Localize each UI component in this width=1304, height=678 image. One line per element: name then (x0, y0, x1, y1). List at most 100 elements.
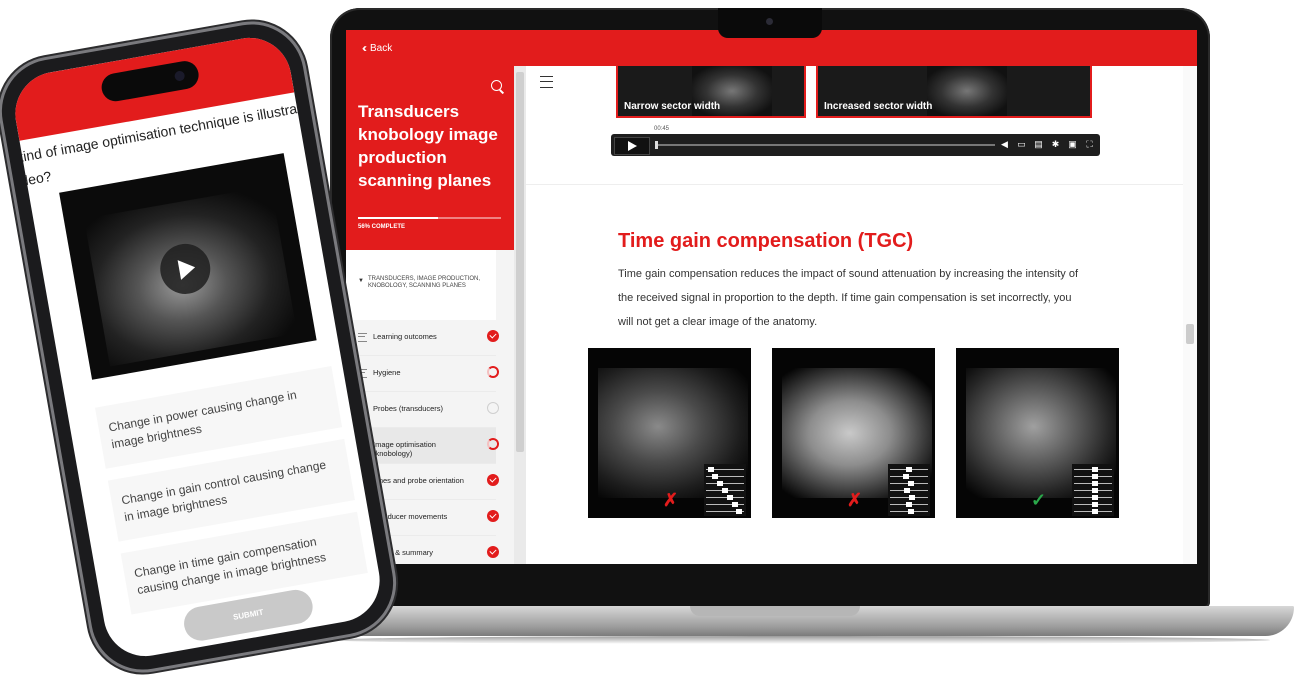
double-chevron-left-icon: ‹‹ (362, 41, 367, 55)
video-thumb-increased: Increased sector width (816, 66, 1092, 118)
status-empty-icon (487, 402, 499, 414)
tgc-slider-row (890, 481, 928, 486)
tgc-slider-knob (907, 481, 914, 486)
tgc-slider-knob (1091, 502, 1098, 507)
play-button[interactable] (614, 137, 650, 155)
sidebar-lesson-item[interactable]: Hygiene (346, 356, 499, 392)
video-controls: ◀ ▭ ▤ ✱ ▣ ⛶ (611, 134, 1100, 156)
ultrasound-texture (926, 66, 1007, 116)
dynamic-island (99, 58, 201, 104)
captions-icon[interactable]: ▭ (1016, 139, 1027, 150)
tgc-image-incorrect-1: ✗ (588, 348, 751, 518)
tgc-slider-knob (1091, 474, 1098, 479)
tgc-slider-row (1074, 474, 1112, 479)
picture-in-picture-icon[interactable]: ▣ (1067, 139, 1078, 150)
tgc-slider-row (890, 502, 928, 507)
search-icon[interactable] (491, 80, 502, 91)
section-body: Time gain compensation reduces the impac… (618, 268, 1079, 328)
tgc-slider-row (706, 509, 744, 514)
tgc-slider-row (1074, 509, 1112, 514)
laptop-screen: ‹‹ Back Transducers knobology image prod… (346, 30, 1197, 564)
thumb-caption: Narrow sector width (624, 101, 721, 112)
tgc-slider-row (890, 495, 928, 500)
back-label: Back (370, 42, 393, 54)
tgc-slider-row (1074, 502, 1112, 507)
tgc-slider-knob (717, 481, 724, 486)
tgc-sliders (1072, 464, 1114, 516)
lesson-label: Learning outcomes (373, 332, 437, 341)
tgc-slider-row (1074, 481, 1112, 486)
transcript-icon[interactable]: ▤ (1033, 139, 1044, 150)
tgc-slider-knob (707, 467, 714, 472)
tgc-slider-row (706, 502, 744, 507)
caret-down-icon: ▼ (358, 278, 364, 284)
tgc-sliders (888, 464, 930, 516)
gear-icon[interactable]: ✱ (1050, 139, 1061, 150)
check-icon: ✓ (1031, 490, 1047, 510)
volume-icon[interactable]: ◀ (999, 139, 1010, 150)
laptop-base (300, 606, 1294, 636)
lesson-label: lanes and probe orientation (373, 476, 464, 485)
tgc-slider-knob (731, 502, 738, 507)
tgc-sliders (704, 464, 746, 516)
section-header[interactable]: ▼ Transducers, image production, knobolo… (346, 250, 496, 320)
seek-handle[interactable] (655, 141, 658, 149)
status-done-icon (487, 474, 499, 486)
tgc-slider-knob (904, 488, 911, 493)
status-partial-icon (487, 438, 499, 450)
status-done-icon (487, 510, 499, 522)
tgc-slider-knob (1091, 481, 1098, 486)
course-title: Transducers knobology image production s… (358, 102, 498, 190)
tgc-slider-knob (722, 488, 728, 493)
fullscreen-icon[interactable]: ⛶ (1084, 139, 1095, 150)
tgc-slider-knob (1091, 488, 1098, 493)
lesson-icon (358, 369, 367, 378)
quiz-video[interactable] (59, 153, 317, 380)
cross-icon: ✗ (847, 490, 863, 510)
video-thumb-narrow: Narrow sector width (616, 66, 806, 118)
tgc-slider-knob (909, 495, 916, 500)
tgc-slider-row (1074, 495, 1112, 500)
tgc-slider-row (706, 481, 744, 486)
tgc-slider-knob (1091, 495, 1098, 500)
menu-icon[interactable] (540, 76, 553, 88)
content-scrollbar[interactable] (1183, 66, 1197, 564)
sidebar-scrollbar[interactable] (514, 66, 526, 564)
course-progress-bar (358, 217, 501, 219)
tgc-slider-row (890, 488, 928, 493)
video-time: 00:45 (654, 126, 670, 132)
course-progress-fill (358, 217, 439, 219)
seek-bar[interactable] (655, 144, 995, 146)
lesson-label: Image optimisation (knobology) (373, 440, 436, 458)
tgc-slider-row (706, 488, 744, 493)
laptop-shadow (330, 636, 1270, 644)
content-scroll-thumb[interactable] (1186, 324, 1194, 344)
lesson-label: Probes (transducers) (373, 404, 444, 413)
tgc-slider-knob (906, 467, 912, 472)
sidebar-lesson-item[interactable]: Probes (transducers) (346, 392, 499, 428)
camera-notch (718, 8, 822, 38)
lesson-label: ransducer movements (373, 512, 448, 521)
tgc-slider-row (890, 467, 928, 472)
sidebar-lesson-item[interactable]: Learning outcomes (346, 320, 499, 356)
status-done-icon (487, 546, 499, 558)
tgc-slider-knob (902, 474, 909, 479)
tgc-slider-knob (907, 509, 914, 514)
tgc-image-incorrect-2: ✗ (772, 348, 935, 518)
tgc-slider-row (890, 509, 928, 514)
divider (526, 184, 1197, 185)
tgc-slider-row (706, 467, 744, 472)
progress-label: 56% COMPLETE (358, 224, 406, 230)
tgc-slider-row (706, 474, 744, 479)
tgc-slider-knob (1091, 509, 1098, 514)
tgc-slider-row (890, 474, 928, 479)
section-title: Transducers, image production, knobology… (368, 276, 481, 289)
cross-icon: ✗ (663, 490, 679, 510)
thumb-caption: Increased sector width (824, 101, 933, 112)
sidebar-scroll-thumb[interactable] (516, 72, 524, 452)
section-heading: Time gain compensation (TGC) (618, 230, 914, 252)
tgc-slider-knob (736, 509, 743, 514)
back-button[interactable]: ‹‹ Back (362, 41, 392, 55)
sidebar-header: Transducers knobology image production s… (346, 66, 514, 250)
tgc-slider-row (706, 495, 744, 500)
